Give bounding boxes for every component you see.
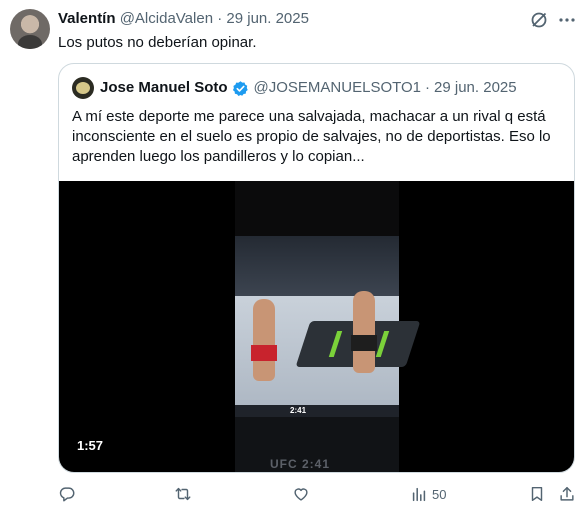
heart-icon: [294, 488, 308, 501]
video-scoreboard: [235, 405, 399, 417]
video-scoreboard-time: 2:41: [290, 406, 307, 415]
quoted-author-avatar[interactable]: [72, 77, 94, 99]
video-duration: 1:57: [77, 438, 104, 453]
verified-badge-icon: [232, 80, 248, 96]
tweet[interactable]: Valentín @AlcidaValen · 29 jun. 2025 Los…: [0, 0, 586, 518]
quoted-tweet[interactable]: Jose Manuel Soto @JOSEMANUELSOTO1 · 29 j…: [58, 63, 575, 473]
author-avatar[interactable]: [10, 9, 50, 49]
views-count: 50: [432, 486, 447, 502]
like-button[interactable]: [292, 484, 310, 504]
tweet-text: Los putos no deberían opinar.: [58, 34, 257, 51]
quoted-author-handle[interactable]: @JOSEMANUELSOTO1: [254, 79, 422, 97]
share-button[interactable]: [558, 484, 576, 504]
views-button[interactable]: 50: [410, 484, 446, 504]
tweet-date[interactable]: 29 jun. 2025: [226, 10, 309, 27]
separator-dot: ·: [217, 10, 223, 27]
quoted-tweet-text: A mí este deporte me parece una salvajad…: [72, 108, 551, 165]
tweet-actions: 50: [58, 484, 578, 504]
tweet-header: Valentín @AlcidaValen · 29 jun. 2025: [58, 10, 309, 28]
retweet-icon: [175, 487, 191, 501]
grok-icon[interactable]: [529, 10, 549, 30]
author-handle[interactable]: @AlcidaValen: [120, 10, 213, 27]
reply-button[interactable]: [58, 484, 76, 504]
video-fighter-left: [251, 299, 277, 381]
separator-dot: ·: [425, 79, 431, 96]
author-name[interactable]: Valentín: [58, 10, 116, 27]
reply-icon: [59, 487, 75, 502]
quoted-tweet-header: Jose Manuel Soto @JOSEMANUELSOTO1 · 29 j…: [100, 79, 517, 97]
bookmark-icon: [531, 486, 543, 502]
video-crowd: [235, 236, 399, 296]
video-bottom-overlay: UFC 2:41: [270, 457, 331, 471]
video-frame: 2:41 UFC 2:41: [235, 181, 421, 472]
retweet-button[interactable]: [174, 484, 192, 504]
more-options-icon[interactable]: [557, 10, 577, 30]
views-icon: [412, 487, 426, 502]
bookmark-button[interactable]: [528, 484, 546, 504]
share-icon: [560, 486, 574, 501]
video-fighter-right: [351, 291, 377, 373]
quoted-author-name[interactable]: Jose Manuel Soto: [100, 79, 228, 97]
quoted-tweet-date[interactable]: 29 jun. 2025: [434, 79, 517, 97]
video-player[interactable]: 2:41 UFC 2:41 1:57: [59, 181, 574, 472]
